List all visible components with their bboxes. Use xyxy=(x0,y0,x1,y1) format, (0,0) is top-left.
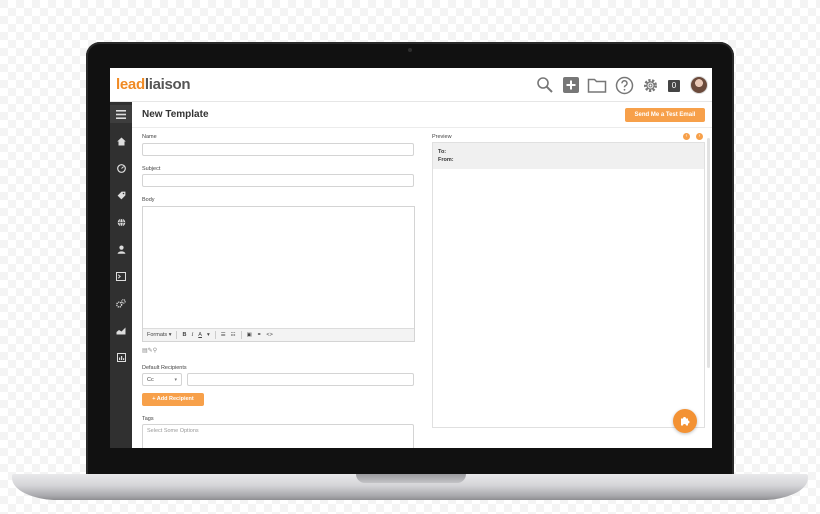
folder-icon[interactable] xyxy=(587,75,607,95)
add-recipient-button[interactable]: + Add Recipient xyxy=(142,393,204,406)
chevron-down-icon: ▾ xyxy=(174,377,177,383)
merge-tools: ▤✎⚲ xyxy=(142,347,157,354)
bold-button[interactable]: B xyxy=(182,332,186,338)
scrollbar[interactable] xyxy=(707,138,710,368)
expand-icon[interactable]: › xyxy=(696,133,703,140)
font-color-dropdown-icon[interactable]: ▾ xyxy=(207,332,210,338)
subject-label: Subject xyxy=(142,166,161,172)
terminal-icon[interactable] xyxy=(110,267,132,285)
help-widget-button[interactable] xyxy=(673,409,697,433)
add-icon[interactable] xyxy=(561,75,581,95)
body-label: Body xyxy=(142,197,155,203)
user-icon[interactable] xyxy=(110,240,132,258)
laptop-camera xyxy=(408,48,412,52)
settings-icon[interactable] xyxy=(110,294,132,312)
font-color-button[interactable]: A xyxy=(198,332,202,338)
preview-from: From: xyxy=(438,157,454,163)
formats-label: Formats xyxy=(147,332,168,338)
logo-liaison: liaison xyxy=(144,76,191,93)
preview-to: To: xyxy=(438,149,447,155)
laptop-notch xyxy=(356,474,466,483)
collapse-icon[interactable]: ‹ xyxy=(683,133,690,140)
globe-icon[interactable] xyxy=(110,213,132,231)
help-icon[interactable] xyxy=(614,75,634,95)
name-label: Name xyxy=(142,134,157,140)
formats-dropdown[interactable]: Formats ▾ xyxy=(147,332,171,338)
preview-panel: To: From: xyxy=(432,142,705,428)
send-test-email-button[interactable]: Send Me a Test Email xyxy=(625,108,705,122)
tags-select[interactable]: Select Some Options xyxy=(142,424,414,448)
subject-field[interactable] xyxy=(142,174,414,187)
toolbar-divider xyxy=(214,331,216,339)
toolbar-divider xyxy=(240,331,242,339)
user-avatar[interactable] xyxy=(690,76,708,94)
page-title: New Template xyxy=(142,109,209,120)
italic-button[interactable]: I xyxy=(191,332,193,338)
logo-lead: lead xyxy=(116,76,145,93)
editor-toolbar: Formats ▾ B I A ▾ ☰ ☷ ▣ ⚭ <> xyxy=(143,328,414,341)
attachment-icon[interactable]: ⚲ xyxy=(153,348,157,354)
dashboard-icon[interactable] xyxy=(110,159,132,177)
name-field[interactable] xyxy=(142,143,414,156)
search-icon[interactable] xyxy=(535,75,555,95)
default-recipients-label: Default Recipients xyxy=(142,365,187,371)
recipient-type-value: Cc xyxy=(147,377,154,383)
preview-label: Preview xyxy=(432,134,452,140)
title-bar: New Template Send Me a Test Email xyxy=(132,102,712,128)
numbered-list-icon[interactable]: ☷ xyxy=(231,332,236,338)
top-bar: leadliaison 0 xyxy=(110,68,712,102)
gear-icon[interactable] xyxy=(640,75,660,95)
recipient-email-field[interactable] xyxy=(187,373,414,386)
report-icon[interactable] xyxy=(110,348,132,366)
tag-icon[interactable] xyxy=(110,186,132,204)
notification-badge[interactable]: 0 xyxy=(668,80,680,92)
logo[interactable]: leadliaison xyxy=(116,76,191,93)
chart-icon[interactable] xyxy=(110,321,132,339)
sidebar xyxy=(110,102,132,448)
puzzle-icon xyxy=(681,417,690,426)
preview-header: To: From: xyxy=(433,143,704,169)
image-icon[interactable]: ▣ xyxy=(247,332,252,338)
app-screen: leadliaison 0 New Template Send Me a Tes… xyxy=(110,68,712,448)
body-editor[interactable]: Formats ▾ B I A ▾ ☰ ☷ ▣ ⚭ <> xyxy=(142,206,415,342)
menu-icon[interactable] xyxy=(110,105,132,123)
home-icon[interactable] xyxy=(110,132,132,150)
toolbar-divider xyxy=(176,331,178,339)
recipient-type-select[interactable]: Cc ▾ xyxy=(142,373,182,386)
link-icon[interactable]: ⚭ xyxy=(257,332,262,338)
tags-label: Tags xyxy=(142,416,154,422)
bullet-list-icon[interactable]: ☰ xyxy=(221,332,226,338)
code-button[interactable]: <> xyxy=(266,332,272,338)
